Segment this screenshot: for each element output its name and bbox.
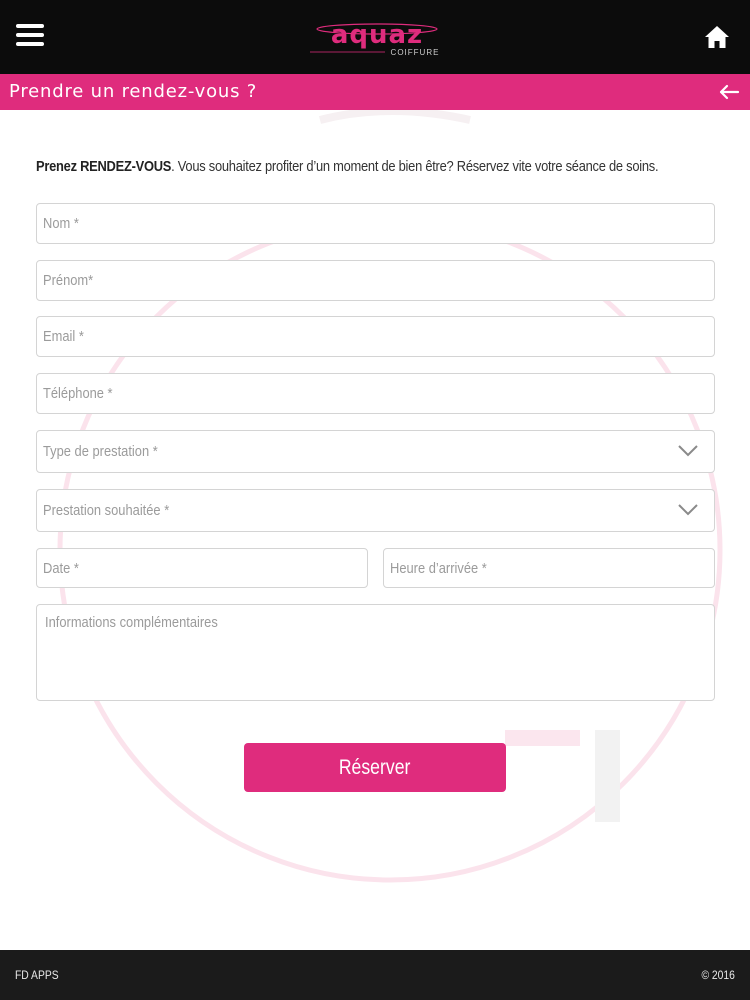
prestation-souhaitee-select[interactable]: Prestation souhaitée * xyxy=(36,489,715,532)
nom-placeholder: Nom * xyxy=(43,215,79,232)
home-icon[interactable] xyxy=(704,25,730,49)
type-prestation-placeholder: Type de prestation * xyxy=(43,443,158,460)
arrow-left-icon[interactable] xyxy=(718,81,740,103)
prestation-souhaitee-placeholder: Prestation souhaitée * xyxy=(43,502,170,519)
heure-placeholder: Heure d’arrivée * xyxy=(390,560,487,577)
informations-textarea[interactable]: Informations complémentaires xyxy=(36,604,715,701)
footer-copyright: © 2016 xyxy=(701,968,735,982)
top-navigation-bar: aquaz COIFFURE xyxy=(0,0,750,74)
email-placeholder: Email * xyxy=(43,328,84,345)
prenom-placeholder: Prénom* xyxy=(43,272,94,289)
intro-text: . Vous souhaitez profiter d’un moment de… xyxy=(171,158,659,175)
nom-field[interactable]: Nom * xyxy=(36,203,715,244)
reserver-button[interactable]: Réserver xyxy=(244,743,506,792)
hamburger-menu-icon[interactable] xyxy=(16,24,44,50)
intro-paragraph: Prenez RENDEZ-VOUS. Vous souhaitez profi… xyxy=(36,158,659,175)
informations-placeholder: Informations complémentaires xyxy=(45,614,218,631)
heure-field[interactable]: Heure d’arrivée * xyxy=(383,548,715,588)
date-placeholder: Date * xyxy=(43,560,79,577)
page-title: Prendre un rendez-vous ? xyxy=(9,81,258,102)
footer-brand: FD APPS xyxy=(15,968,59,982)
telephone-field[interactable]: Téléphone * xyxy=(36,373,715,414)
prenom-field[interactable]: Prénom* xyxy=(36,260,715,301)
reserver-label: Réserver xyxy=(339,756,411,779)
page-title-bar: Prendre un rendez-vous ? xyxy=(0,74,750,110)
aquaz-logo: aquaz COIFFURE xyxy=(310,20,440,57)
date-field[interactable]: Date * xyxy=(36,548,368,588)
chevron-down-icon xyxy=(678,504,698,516)
intro-paragraph-container: Prenez RENDEZ-VOUS. Vous souhaitez profi… xyxy=(36,158,715,175)
chevron-down-icon xyxy=(678,445,698,457)
email-field[interactable]: Email * xyxy=(36,316,715,357)
svg-text:COIFFURE: COIFFURE xyxy=(391,48,440,57)
svg-text:aquaz: aquaz xyxy=(331,20,423,50)
type-prestation-select[interactable]: Type de prestation * xyxy=(36,430,715,473)
telephone-placeholder: Téléphone * xyxy=(43,385,113,402)
intro-bold: Prenez RENDEZ-VOUS xyxy=(36,158,172,175)
footer-bar: FD APPS © 2016 xyxy=(0,950,750,1000)
